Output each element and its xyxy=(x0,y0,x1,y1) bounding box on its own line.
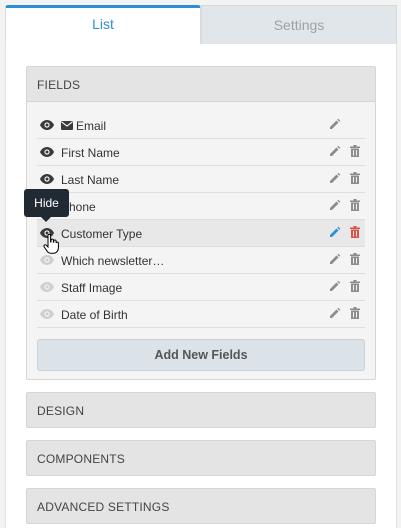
pencil-icon[interactable] xyxy=(329,226,341,238)
add-new-fields-button[interactable]: Add New Fields xyxy=(37,339,365,371)
trash-icon[interactable] xyxy=(350,226,360,238)
eye-hidden-icon[interactable] xyxy=(40,255,54,265)
tab-bar: List Settings xyxy=(5,5,397,45)
eye-icon[interactable] xyxy=(40,147,54,157)
trash-icon[interactable] xyxy=(350,280,360,292)
field-label: First Name xyxy=(61,146,120,160)
fields-section: FIELDS Email First Name Last Name Phone xyxy=(26,66,376,380)
pencil-icon[interactable] xyxy=(329,172,341,184)
tab-list[interactable]: List xyxy=(5,5,201,44)
pencil-icon[interactable] xyxy=(329,199,341,211)
pencil-icon[interactable] xyxy=(329,280,341,292)
trash-icon[interactable] xyxy=(350,253,360,265)
pencil-icon[interactable] xyxy=(329,145,341,157)
pencil-icon[interactable] xyxy=(329,118,341,130)
pencil-icon[interactable] xyxy=(329,253,341,265)
field-row: Date of Birth xyxy=(37,301,365,328)
field-row: First Name xyxy=(37,139,365,166)
field-label: Email xyxy=(76,119,107,133)
eye-icon[interactable] xyxy=(40,120,54,130)
field-row: Email xyxy=(37,112,365,139)
envelope-icon xyxy=(61,121,73,130)
pencil-icon[interactable] xyxy=(329,307,341,319)
eye-hidden-icon[interactable] xyxy=(40,282,54,292)
field-label: Customer Type xyxy=(61,227,143,241)
field-list: Email First Name Last Name Phone Custome… xyxy=(37,112,365,328)
trash-icon[interactable] xyxy=(350,307,360,319)
field-label: Staff Image xyxy=(61,281,123,295)
hand-cursor-icon xyxy=(43,234,59,254)
field-row: Staff Image xyxy=(37,274,365,301)
field-row: Phone xyxy=(37,193,365,220)
eye-icon[interactable] xyxy=(40,174,54,184)
field-row: Last Name xyxy=(37,166,365,193)
field-row: Customer Type xyxy=(37,220,365,247)
advanced-settings-section-header[interactable]: ADVANCED SETTINGS xyxy=(27,489,375,523)
field-row: Which newsletter… xyxy=(37,247,365,274)
field-label: Date of Birth xyxy=(61,308,128,322)
field-label: Which newsletter… xyxy=(61,254,165,268)
design-section[interactable]: DESIGN xyxy=(26,392,376,428)
eye-hidden-icon[interactable] xyxy=(40,309,54,319)
components-section-header[interactable]: COMPONENTS xyxy=(27,441,375,475)
hide-tooltip: Hide xyxy=(24,189,69,222)
fields-section-header[interactable]: FIELDS xyxy=(27,67,375,102)
advanced-settings-section[interactable]: ADVANCED SETTINGS xyxy=(26,488,376,524)
design-section-header[interactable]: DESIGN xyxy=(27,393,375,427)
components-section[interactable]: COMPONENTS xyxy=(26,440,376,476)
trash-icon[interactable] xyxy=(350,145,360,157)
tab-settings[interactable]: Settings xyxy=(201,5,397,44)
trash-icon[interactable] xyxy=(350,172,360,184)
trash-icon[interactable] xyxy=(350,199,360,211)
field-label: Last Name xyxy=(61,173,120,187)
